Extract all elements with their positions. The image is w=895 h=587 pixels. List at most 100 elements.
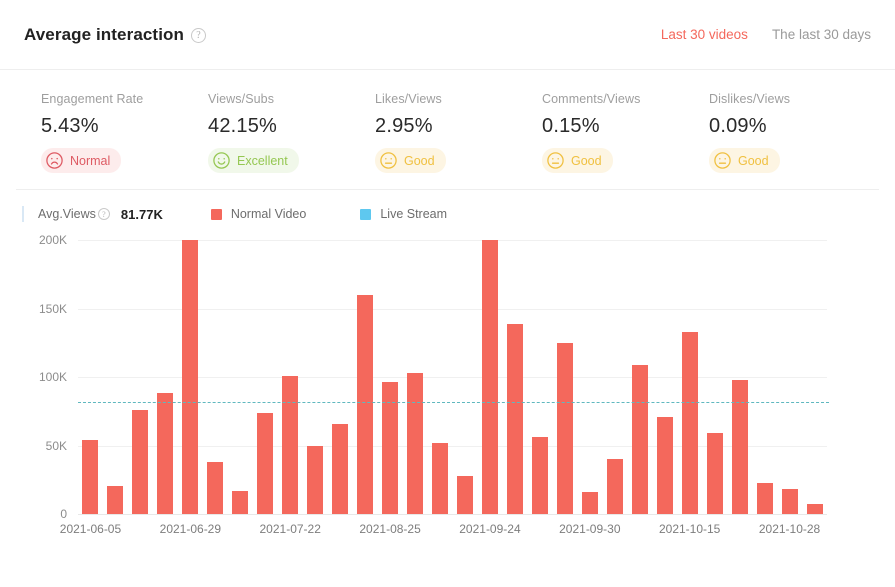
metric-label: Views/Subs <box>208 92 350 106</box>
avg-views-label-text: Avg.Views <box>38 207 96 221</box>
chart-bar-slot[interactable] <box>403 240 428 514</box>
chart-bar-slot[interactable] <box>627 240 652 514</box>
chart-bar[interactable] <box>82 440 98 514</box>
chart-bar-slot[interactable] <box>727 240 752 514</box>
chart-bar-slot[interactable] <box>328 240 353 514</box>
chart-bar[interactable] <box>182 240 198 514</box>
sad-face-icon <box>45 151 64 170</box>
chart-bar-slot[interactable] <box>428 240 453 514</box>
x-axis-tick-label: 2021-09-24 <box>459 522 520 536</box>
chart-bar-slot[interactable] <box>478 240 503 514</box>
chart-bar[interactable] <box>482 240 498 514</box>
x-axis-tick-label: 2021-09-30 <box>559 522 620 536</box>
chart-bar[interactable] <box>107 486 123 514</box>
chart-bar-slot[interactable] <box>278 240 303 514</box>
chart-bar[interactable] <box>557 343 573 514</box>
chart-bar-slot[interactable] <box>253 240 278 514</box>
chart-bar[interactable] <box>257 413 273 514</box>
x-axis-tick-label: 2021-06-05 <box>60 522 121 536</box>
avg-views-value: 81.77K <box>121 207 163 222</box>
chart-bar[interactable] <box>682 332 698 514</box>
tab-last-30-days[interactable]: The last 30 days <box>772 27 871 42</box>
chart-plot-area: 200K150K100K50K0 <box>78 240 827 514</box>
status-badge-label: Excellent <box>237 154 288 168</box>
chart-bar-slot[interactable] <box>752 240 777 514</box>
y-axis-tick-label: 50K <box>46 439 67 453</box>
neutral-face-icon <box>546 151 565 170</box>
chart-bar[interactable] <box>657 417 673 514</box>
chart-bar-slot[interactable] <box>677 240 702 514</box>
y-axis-tick-label: 0 <box>60 507 67 521</box>
x-axis-tick-label: 2021-08-25 <box>359 522 420 536</box>
metric-card: Engagement Rate5.43% Normal <box>16 92 183 175</box>
status-badge-label: Good <box>404 154 435 168</box>
chart-bar[interactable] <box>607 459 623 514</box>
chart-bar[interactable] <box>307 446 323 515</box>
tab-last-30-videos[interactable]: Last 30 videos <box>661 27 748 42</box>
chart-bar-slot[interactable] <box>178 240 203 514</box>
chart-bar[interactable] <box>732 380 748 514</box>
chart-bars <box>78 240 827 514</box>
chart-bar-slot[interactable] <box>303 240 328 514</box>
legend-swatch-normal-video <box>211 209 222 220</box>
legend-item-normal-video[interactable]: Normal Video <box>211 207 307 221</box>
chart-bar[interactable] <box>532 437 548 514</box>
chart-bar-slot[interactable] <box>777 240 802 514</box>
neutral-face-icon <box>713 151 732 170</box>
chart-bar[interactable] <box>157 393 173 514</box>
chart-bar-slot[interactable] <box>103 240 128 514</box>
chart-bar-slot[interactable] <box>602 240 627 514</box>
chart-bar[interactable] <box>432 443 448 514</box>
chart-gridline: 0 <box>78 514 827 515</box>
chart-bar[interactable] <box>232 491 248 514</box>
question-circle-icon[interactable]: ? <box>98 208 110 220</box>
legend-label-normal-video: Normal Video <box>231 207 307 221</box>
metric-card: Dislikes/Views0.09% Good <box>684 92 851 175</box>
chart-bar[interactable] <box>757 483 773 515</box>
chart-bar[interactable] <box>357 295 373 514</box>
metric-value: 5.43% <box>41 115 183 138</box>
chart-bar-slot[interactable] <box>577 240 602 514</box>
chart-bar-slot[interactable] <box>502 240 527 514</box>
chart-bar-slot[interactable] <box>652 240 677 514</box>
legend-item-live-stream[interactable]: Live Stream <box>360 207 447 221</box>
chart-bar[interactable] <box>207 462 223 514</box>
page-title-text: Average interaction <box>24 25 184 45</box>
chart-bar-slot[interactable] <box>153 240 178 514</box>
y-axis-tick-label: 200K <box>39 233 67 247</box>
metric-label: Likes/Views <box>375 92 517 106</box>
metric-value: 0.09% <box>709 115 851 138</box>
metric-value: 0.15% <box>542 115 684 138</box>
smiley-face-icon <box>212 151 231 170</box>
chart-bar-slot[interactable] <box>378 240 403 514</box>
chart-bar[interactable] <box>632 365 648 514</box>
chart-bar-slot[interactable] <box>228 240 253 514</box>
chart-bar-slot[interactable] <box>702 240 727 514</box>
chart-bar[interactable] <box>457 476 473 514</box>
chart-bar[interactable] <box>507 324 523 514</box>
chart-bar-slot[interactable] <box>353 240 378 514</box>
chart-x-axis: 2021-06-052021-06-292021-07-222021-08-25… <box>78 522 827 542</box>
avg-views-label: Avg.Views ? <box>38 207 110 221</box>
chart-bar-slot[interactable] <box>527 240 552 514</box>
chart-bar[interactable] <box>407 373 423 514</box>
chart-bar[interactable] <box>132 410 148 514</box>
status-badge: Good <box>542 148 613 173</box>
chart-bar-slot[interactable] <box>552 240 577 514</box>
chart-bar[interactable] <box>332 424 348 514</box>
chart-bar[interactable] <box>782 489 798 514</box>
question-circle-icon[interactable]: ? <box>191 28 206 43</box>
chart-bar-slot[interactable] <box>78 240 103 514</box>
chart-bar[interactable] <box>282 376 298 514</box>
chart-bar-slot[interactable] <box>203 240 228 514</box>
chart-bar-slot[interactable] <box>802 240 827 514</box>
chart-bar-slot[interactable] <box>453 240 478 514</box>
chart-legend: Avg.Views ? 81.77K Normal Video Live Str… <box>0 190 895 232</box>
metric-card: Likes/Views2.95% Good <box>350 92 517 175</box>
chart-bar[interactable] <box>807 504 823 514</box>
chart-bar[interactable] <box>707 433 723 514</box>
chart-bar-slot[interactable] <box>128 240 153 514</box>
status-badge: Excellent <box>208 148 299 173</box>
y-axis-tick-label: 100K <box>39 370 67 384</box>
chart-bar[interactable] <box>582 492 598 514</box>
